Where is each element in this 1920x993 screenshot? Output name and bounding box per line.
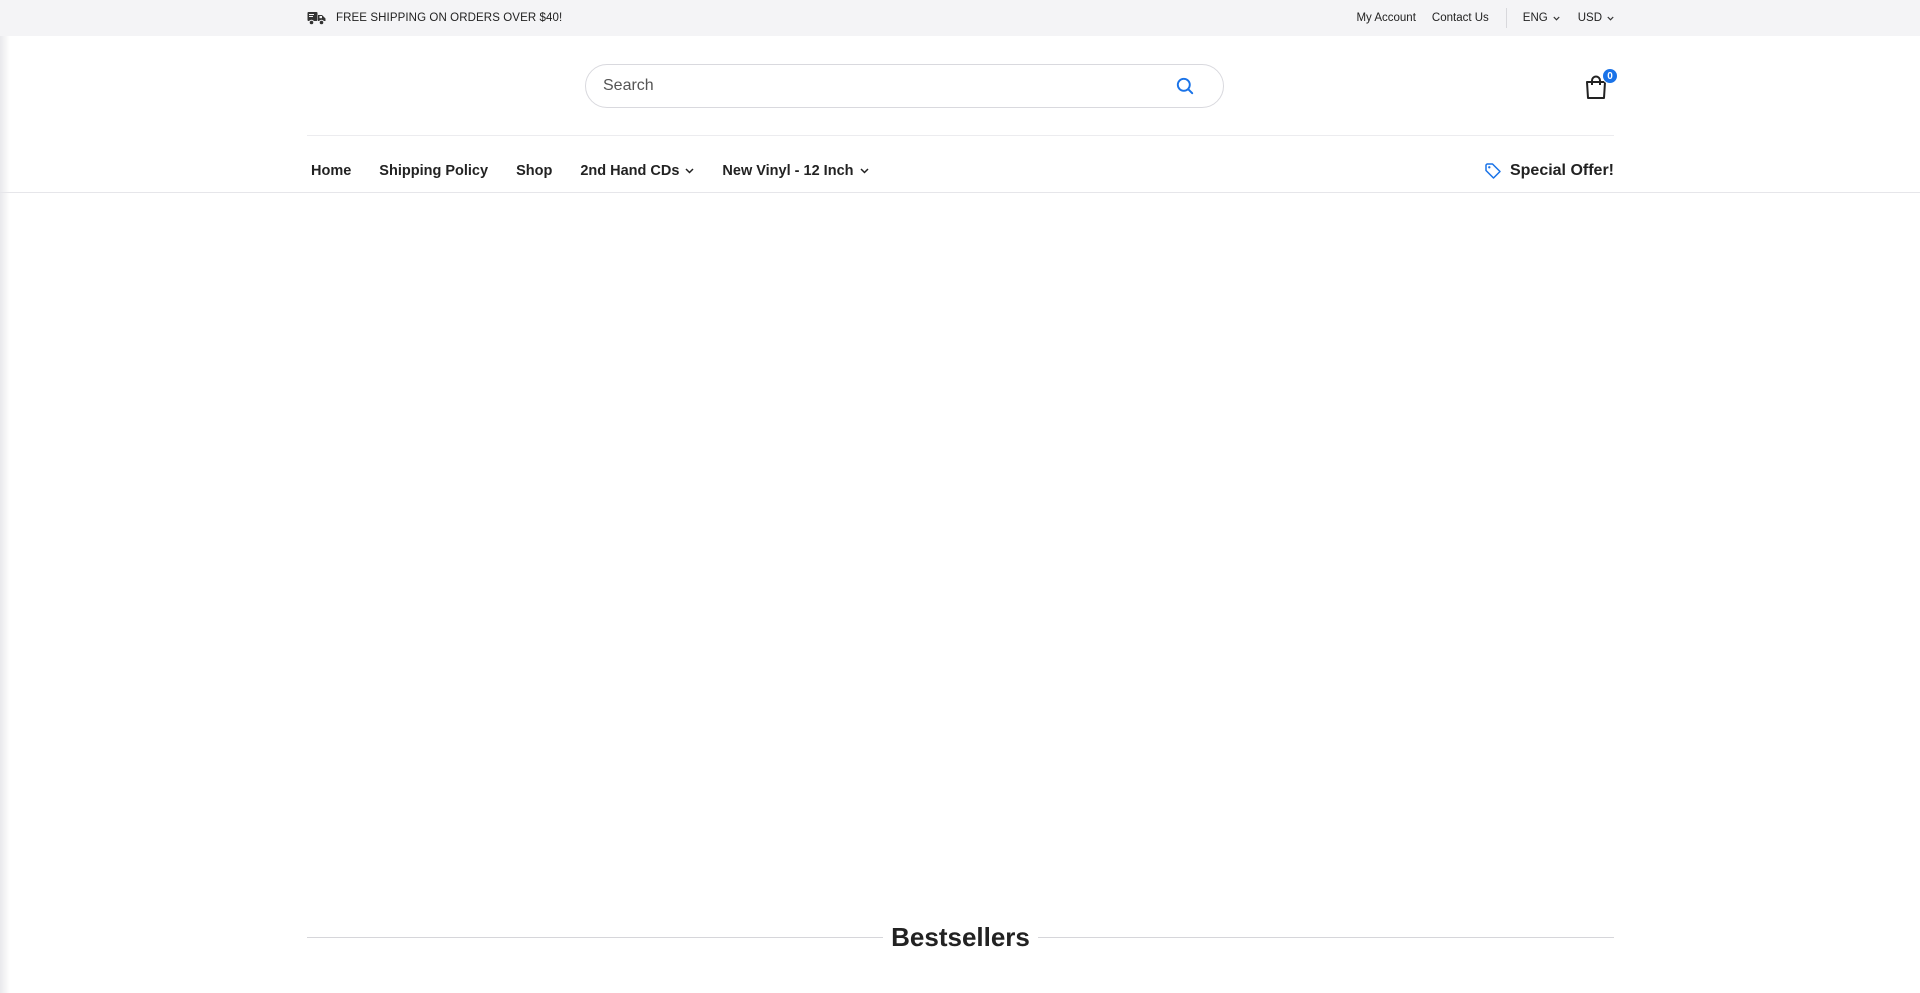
nav-item-shop[interactable]: Shop bbox=[512, 163, 552, 179]
header-divider bbox=[307, 135, 1614, 136]
top-bar: FREE SHIPPING ON ORDERS OVER $40! My Acc… bbox=[0, 0, 1920, 36]
chevron-down-icon bbox=[1553, 16, 1560, 21]
currency-value: USD bbox=[1577, 12, 1602, 24]
search-button[interactable] bbox=[1167, 68, 1203, 104]
top-links: My Account Contact Us ENG USD bbox=[1356, 8, 1614, 28]
nav-item-2nd-hand-cds[interactable]: 2nd Hand CDs bbox=[576, 163, 694, 179]
nav-item-label: Home bbox=[311, 163, 352, 179]
search-icon bbox=[1176, 77, 1194, 95]
chevron-down-icon bbox=[859, 168, 869, 174]
contact-us-link[interactable]: Contact Us bbox=[1432, 12, 1489, 24]
section-title: Bestsellers bbox=[891, 921, 1030, 952]
site-header: 0 Home Shipping Policy Shop 2nd Hand CDs… bbox=[0, 36, 1920, 193]
chevron-down-icon bbox=[685, 168, 694, 174]
heading-line-right bbox=[1037, 936, 1615, 938]
language-value: ENG bbox=[1522, 12, 1548, 24]
search-input[interactable] bbox=[603, 77, 1167, 95]
heading-line-left bbox=[307, 936, 884, 938]
currency-select[interactable]: USD bbox=[1578, 12, 1614, 24]
cart-button[interactable]: 0 bbox=[1583, 68, 1619, 104]
nav-item-shipping-policy[interactable]: Shipping Policy bbox=[375, 163, 488, 179]
language-select[interactable]: ENG bbox=[1523, 12, 1560, 24]
cart-count-badge: 0 bbox=[1602, 68, 1618, 84]
nav-item-home[interactable]: Home bbox=[307, 163, 351, 179]
special-offer-label: Special Offer! bbox=[1509, 162, 1614, 179]
shipping-promo: FREE SHIPPING ON ORDERS OVER $40! bbox=[307, 10, 562, 26]
bestsellers-heading: Bestsellers bbox=[307, 915, 1615, 959]
tag-icon bbox=[1485, 163, 1501, 179]
main-nav: Home Shipping Policy Shop 2nd Hand CDs N… bbox=[307, 156, 1614, 186]
header-bottom-border bbox=[0, 192, 1920, 193]
nav-item-new-vinyl[interactable]: New Vinyl - 12 Inch bbox=[718, 163, 869, 179]
promo-text: FREE SHIPPING ON ORDERS OVER $40! bbox=[336, 12, 563, 24]
nav-item-label: New Vinyl - 12 Inch bbox=[722, 163, 854, 179]
nav-item-label: 2nd Hand CDs bbox=[580, 163, 680, 179]
search-bar bbox=[585, 64, 1224, 108]
my-account-link[interactable]: My Account bbox=[1356, 12, 1415, 24]
nav-item-label: Shipping Policy bbox=[379, 163, 489, 179]
special-offer-link[interactable]: Special Offer! bbox=[1484, 162, 1614, 180]
truck-icon bbox=[307, 12, 326, 26]
chevron-down-icon bbox=[1607, 16, 1614, 21]
divider bbox=[1505, 8, 1507, 28]
nav-item-label: Shop bbox=[516, 163, 553, 179]
